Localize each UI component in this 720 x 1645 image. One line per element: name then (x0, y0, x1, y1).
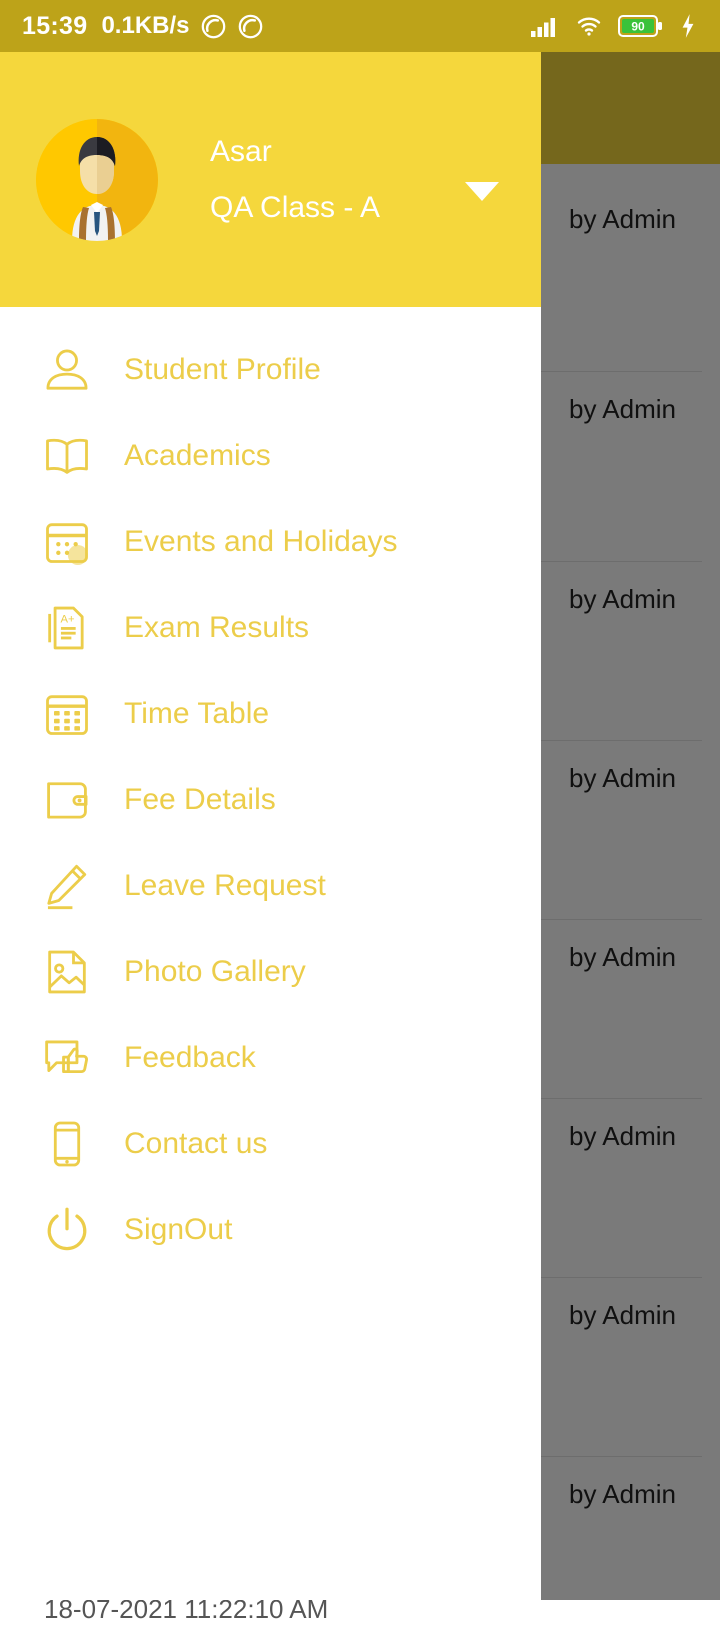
drawer-item-label: Leave Request (124, 869, 326, 902)
notice-author: by Admin (569, 394, 676, 424)
drawer-item-leave-request[interactable]: Leave Request (0, 843, 541, 929)
svg-text:90: 90 (631, 20, 645, 34)
status-bar-right: 90 (516, 13, 698, 39)
power-icon (34, 1204, 100, 1256)
timetable-icon (34, 688, 100, 740)
drawer-item-academics[interactable]: Academics (0, 413, 541, 499)
student-class: QA Class - A (210, 190, 381, 224)
battery-icon: 90 (618, 13, 664, 39)
drawer-item-feedback[interactable]: Feedback (0, 1015, 541, 1101)
student-name: Asar (210, 134, 272, 168)
drawer-header[interactable]: Asar QA Class - A (0, 52, 541, 307)
wallet-icon (34, 774, 100, 826)
drawer-item-label: Fee Details (124, 783, 276, 816)
drawer-item-signout[interactable]: SignOut (0, 1187, 541, 1273)
drawer-item-label: Student Profile (124, 353, 321, 386)
drawer-item-label: Academics (124, 439, 271, 472)
drawer-item-label: Events and Holidays (124, 525, 398, 558)
user-profile-icon (34, 344, 100, 396)
chevron-down-icon[interactable] (465, 181, 499, 201)
svg-text:A+: A+ (61, 613, 76, 625)
drawer-item-label: SignOut (124, 1213, 233, 1246)
notice-author: by Admin (569, 1479, 676, 1509)
drawer-item-contact-us[interactable]: Contact us (0, 1101, 541, 1187)
navigation-drawer[interactable]: Asar QA Class - A Student Profile Academi… (0, 52, 541, 1600)
mobile-phone-icon (34, 1118, 100, 1170)
drawer-item-fee-details[interactable]: Fee Details (0, 757, 541, 843)
charging-bolt-icon (678, 13, 698, 39)
dnd-icon (200, 13, 227, 40)
drawer-item-label: Photo Gallery (124, 955, 306, 988)
drawer-menu[interactable]: Student Profile Academics Events and Holid… (0, 307, 541, 1600)
drawer-item-time-table[interactable]: Time Table (0, 671, 541, 757)
calendar-event-icon (34, 516, 100, 568)
book-icon (34, 430, 100, 482)
drawer-item-label: Exam Results (124, 611, 310, 644)
notice-author: by Admin (569, 1121, 676, 1151)
drawer-item-events-and-holidays[interactable]: Events and Holidays (0, 499, 541, 585)
drawer-item-label: Time Table (124, 697, 270, 730)
drawer-item-student-profile[interactable]: Student Profile (0, 327, 541, 413)
notice-author: by Admin (569, 1300, 676, 1330)
signal-icon (530, 14, 560, 38)
feedback-icon (34, 1032, 100, 1084)
drawer-item-label: Contact us (124, 1127, 268, 1160)
drawer-item-photo-gallery[interactable]: Photo Gallery (0, 929, 541, 1015)
notice-author: by Admin (569, 204, 676, 234)
mute-icon (237, 13, 264, 40)
avatar (36, 118, 158, 241)
drawer-item-exam-results[interactable]: A+ Exam Results (0, 585, 541, 671)
clock: 15:39 (22, 11, 88, 40)
profile-text: Asar QA Class - A (210, 135, 507, 225)
wifi-icon (574, 14, 604, 38)
drawer-item-label: Feedback (124, 1041, 256, 1074)
network-speed: 0.1KB/s (101, 12, 190, 39)
photo-icon (34, 946, 100, 998)
notice-author: by Admin (569, 942, 676, 972)
notice-author: by Admin (569, 763, 676, 793)
status-bar-left: 15:39 0.1KB/s (22, 12, 264, 41)
status-bar: 15:39 0.1KB/s 90 (0, 0, 720, 52)
notice-author: by Admin (569, 584, 676, 614)
pencil-icon (34, 860, 100, 912)
exam-result-icon: A+ (34, 602, 100, 654)
